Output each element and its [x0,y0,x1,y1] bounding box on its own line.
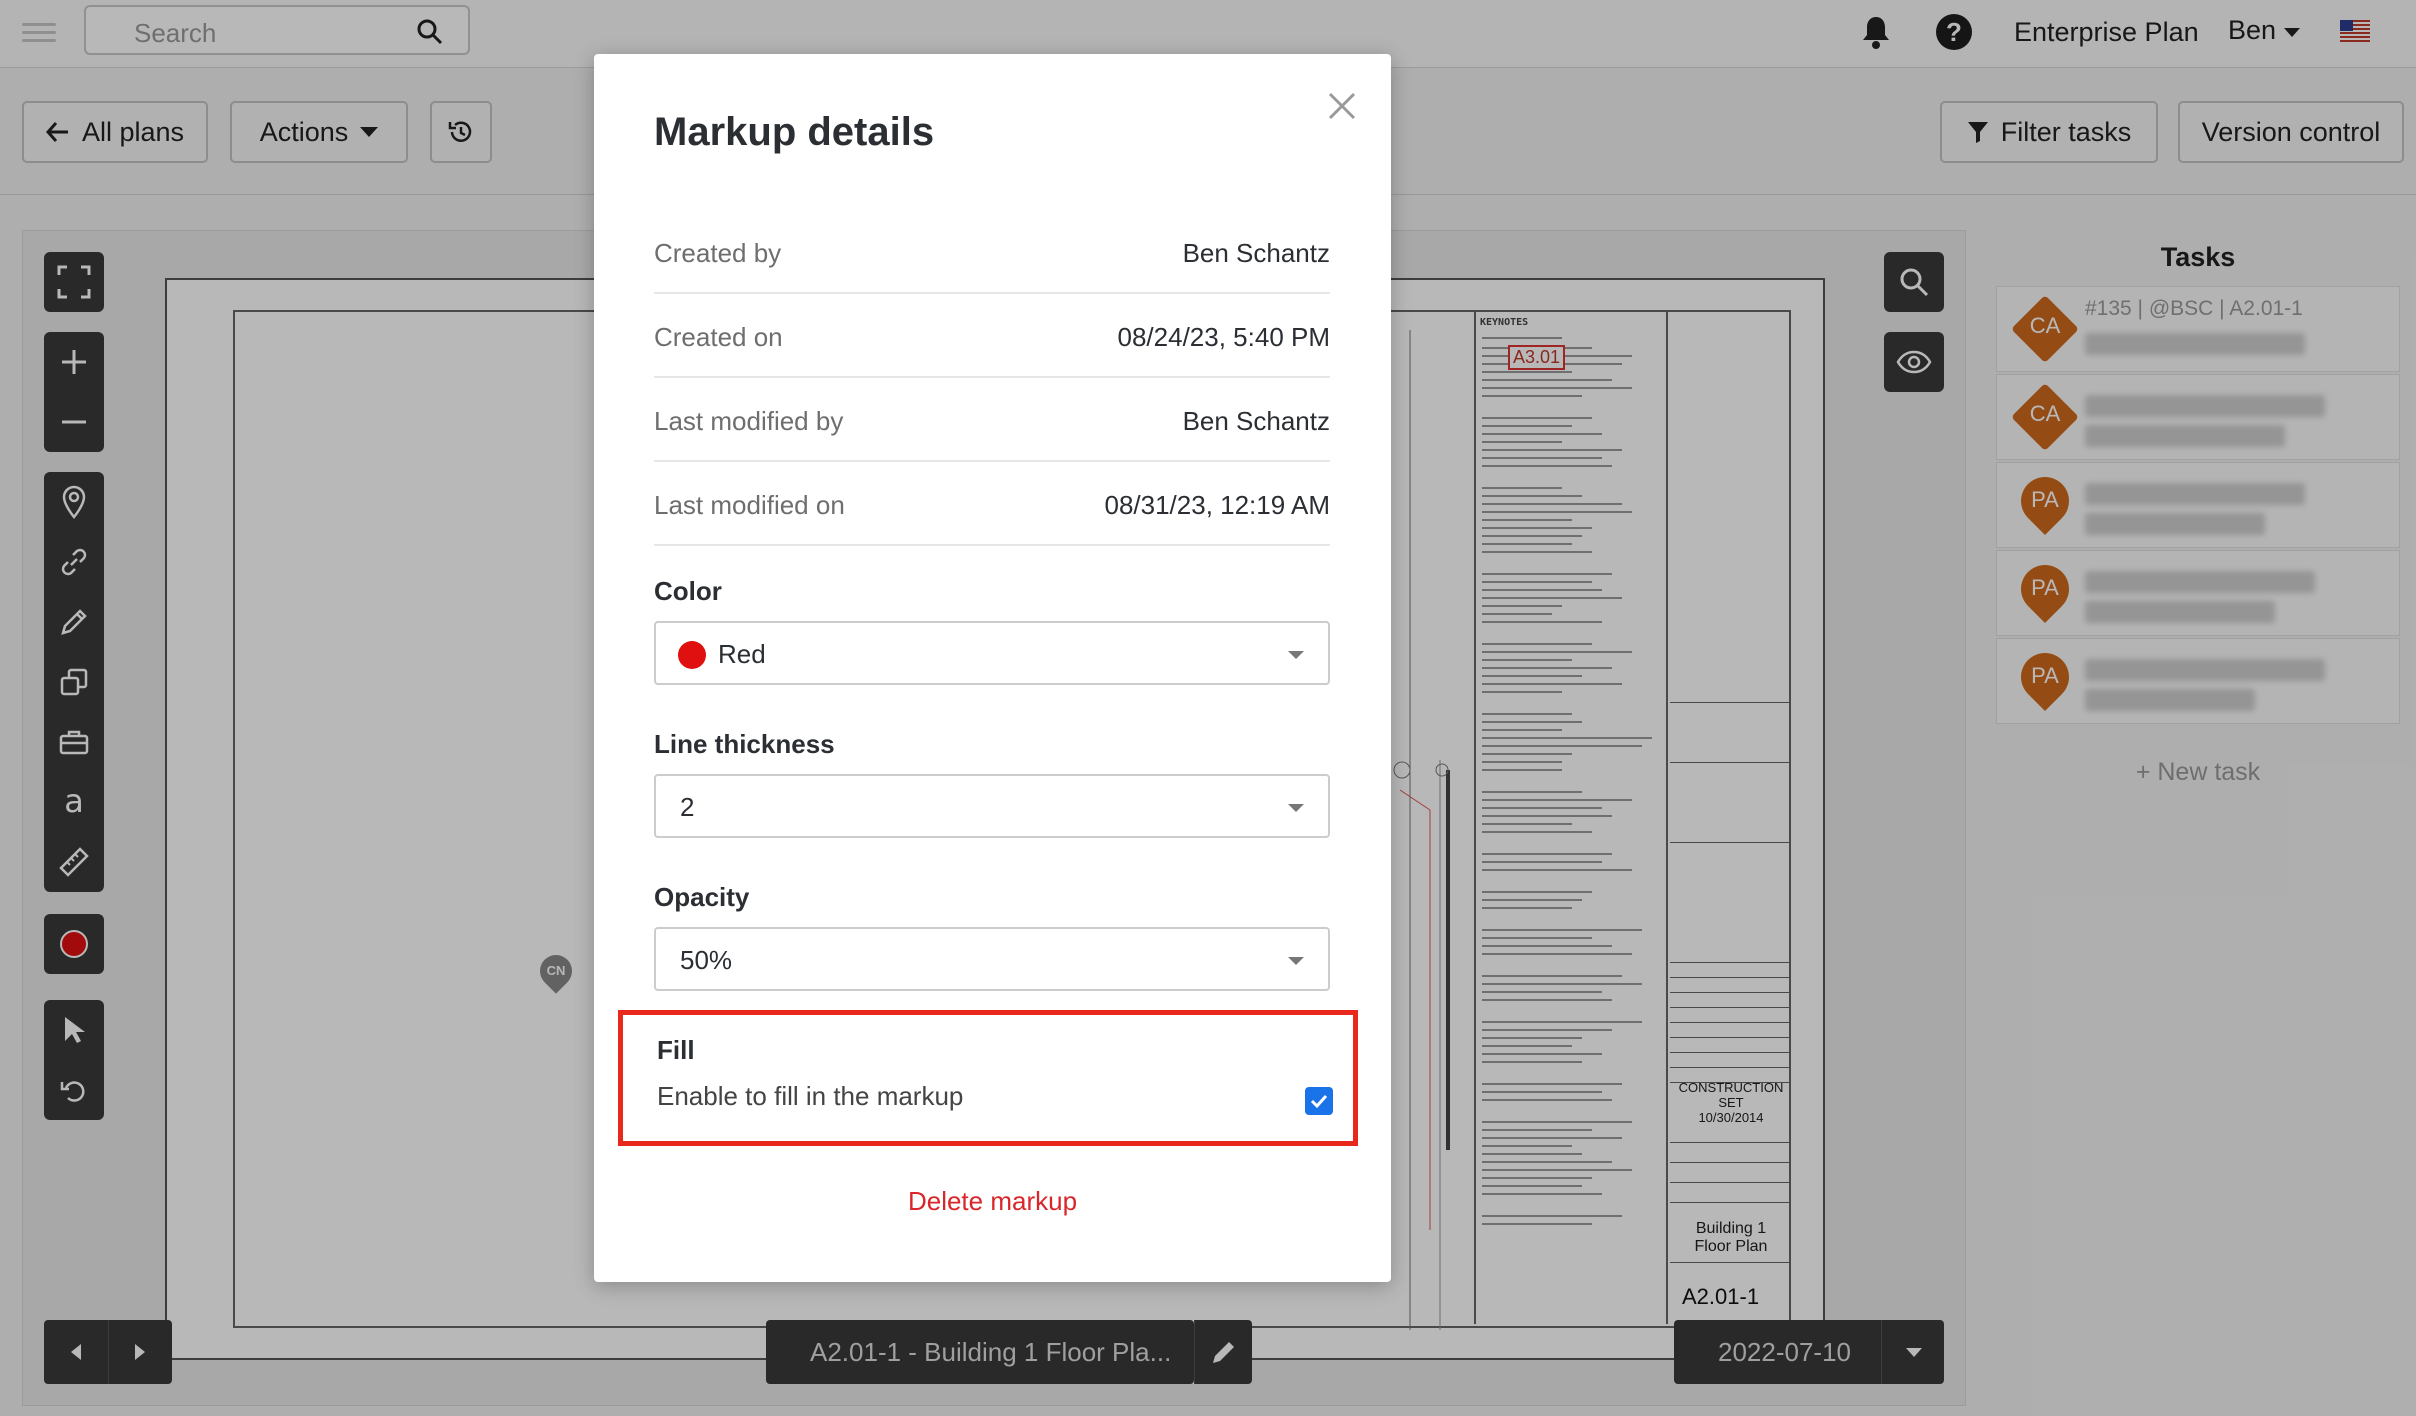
delete-markup-button[interactable]: Delete markup [594,1186,1391,1217]
info-value: 08/31/23, 12:19 AM [1104,490,1330,520]
color-label: Color [654,576,722,606]
fill-section-highlight: Fill Enable to fill in the markup [618,1010,1358,1146]
info-value: Ben Schantz [1182,406,1330,436]
chevron-down-icon [1288,804,1304,812]
chevron-down-icon [1288,957,1304,965]
line-thickness-value: 2 [680,792,695,822]
info-value: Ben Schantz [1182,238,1330,268]
info-label: Created on [654,322,783,352]
info-label: Created by [654,238,782,268]
info-label: Last modified by [654,406,844,436]
color-select[interactable]: Red [654,621,1330,685]
chevron-down-icon [1288,651,1304,659]
last-modified-by-row: Last modified by Ben Schantz [654,378,1330,462]
opacity-select[interactable]: 50% [654,927,1330,991]
line-thickness-label: Line thickness [654,729,835,759]
fill-checkbox[interactable] [1305,1087,1333,1115]
opacity-label: Opacity [654,882,750,912]
created-by-row: Created by Ben Schantz [654,210,1330,294]
color-value: Red [718,639,766,669]
line-thickness-select[interactable]: 2 [654,774,1330,838]
markup-details-modal: Markup details Created by Ben Schantz Cr… [594,54,1391,1282]
info-value: 08/24/23, 5:40 PM [1117,322,1330,352]
red-color-icon [678,641,706,669]
info-label: Last modified on [654,490,845,520]
created-on-row: Created on 08/24/23, 5:40 PM [654,294,1330,378]
opacity-value: 50% [680,945,733,975]
last-modified-on-row: Last modified on 08/31/23, 12:19 AM [654,462,1330,546]
fill-description: Enable to fill in the markup [657,1081,964,1111]
close-icon[interactable] [1324,88,1360,124]
modal-title: Markup details [654,110,935,154]
checkmark-icon [1310,1094,1328,1109]
fill-label: Fill [657,1035,695,1065]
